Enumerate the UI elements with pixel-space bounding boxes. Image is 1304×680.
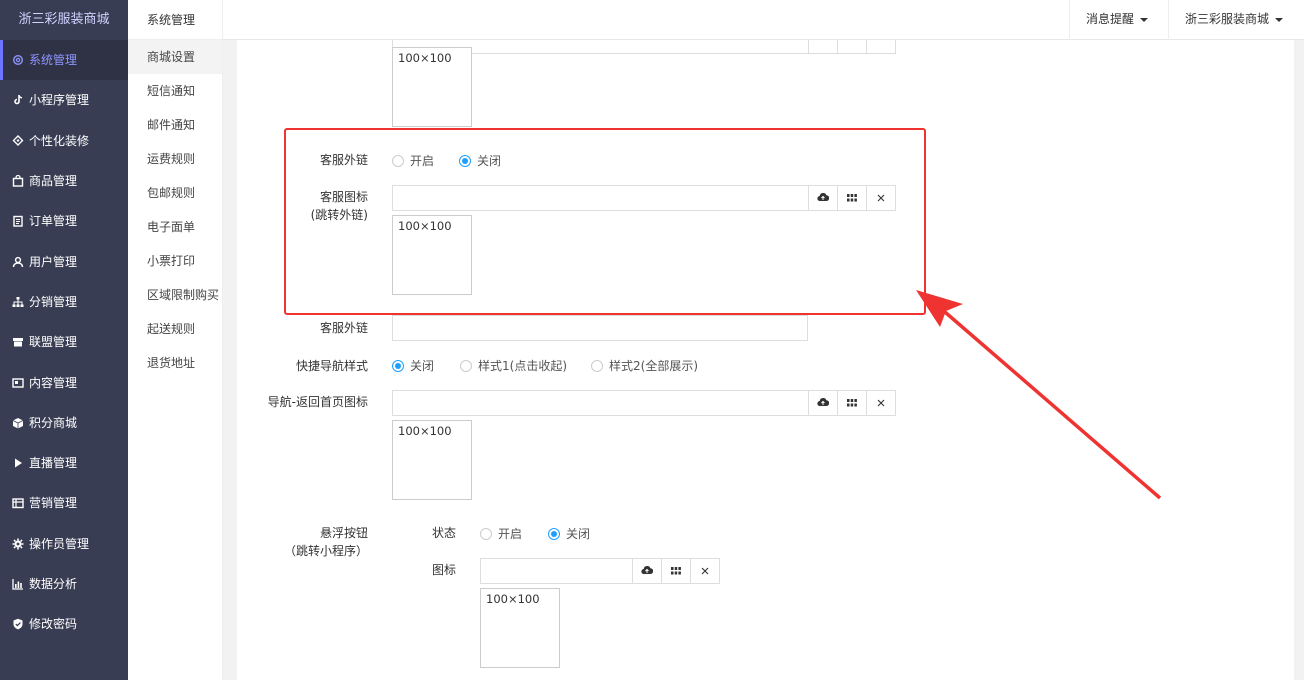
nav-home-upload-row <box>392 390 896 416</box>
shop-label: 浙三彩服装商城 <box>1185 12 1270 26</box>
nav-style-1-radio[interactable]: 样式1(点击收起) <box>460 357 567 374</box>
top-image-thumb: 100×100 <box>392 47 472 127</box>
radio-label: 开启 <box>498 527 523 541</box>
nav-home-icon-label: 导航-返回首页图标 <box>267 395 368 409</box>
clear-button[interactable] <box>691 558 720 584</box>
float-button-sublabel: （跳转小程序） <box>283 544 368 558</box>
radio-label: 关闭 <box>410 359 435 373</box>
clear-button[interactable] <box>867 185 896 211</box>
form-fields: 消息提醒 浙三彩服装商城 100×100 客服外链 开启 关闭 客服图标 (跳转… <box>0 0 1304 680</box>
close-icon <box>877 191 885 205</box>
kefu-icon-label: 客服图标 <box>319 190 368 204</box>
kefu-icon-sublabel: (跳转外链) <box>310 208 368 222</box>
upload-button[interactable] <box>633 558 662 584</box>
kefu-link-label: 客服外链 <box>319 153 368 167</box>
radio-label: 样式2(全部展示) <box>609 359 698 373</box>
radio-circle <box>392 154 404 167</box>
cloud-upload-icon <box>641 564 654 578</box>
top-bar-overlay: 消息提醒 浙三彩服装商城 <box>223 0 1304 40</box>
kefu-url-input[interactable] <box>392 315 808 341</box>
kefu-icon-upload-row <box>392 185 896 211</box>
grid-icon <box>671 564 681 578</box>
radio-circle <box>548 527 560 540</box>
float-icon-upload-row <box>480 558 720 584</box>
highlight-box <box>284 128 926 315</box>
gutter <box>223 40 237 680</box>
clear-button[interactable] <box>867 390 896 416</box>
gallery-button[interactable] <box>838 390 867 416</box>
radio-label: 关闭 <box>566 527 591 541</box>
close-icon <box>701 564 709 578</box>
shop-dropdown-overlay[interactable]: 浙三彩服装商城 <box>1168 0 1304 40</box>
float-on-radio[interactable]: 开启 <box>480 525 522 542</box>
kefu-icon-input[interactable] <box>392 185 809 211</box>
close-icon <box>877 396 885 410</box>
caret-down-icon <box>1275 17 1284 22</box>
float-button-label: 悬浮按钮 <box>319 526 368 540</box>
radio-label: 开启 <box>410 154 435 168</box>
nav-style-label: 快捷导航样式 <box>295 359 368 373</box>
float-icon-label: 图标 <box>431 563 456 577</box>
messages-dropdown-overlay[interactable]: 消息提醒 <box>1069 0 1168 40</box>
radio-circle <box>460 359 472 372</box>
kefu-icon-thumb: 100×100 <box>392 215 472 295</box>
nav-home-icon-thumb: 100×100 <box>392 420 472 500</box>
radio-circle <box>591 359 603 372</box>
float-status-label: 状态 <box>431 526 456 540</box>
nav-style-2-radio[interactable]: 样式2(全部展示) <box>591 357 698 374</box>
caret-down-icon <box>1140 17 1149 22</box>
float-off-radio[interactable]: 关闭 <box>548 525 590 542</box>
kefu-link-off-radio[interactable]: 关闭 <box>459 152 501 169</box>
upload-button[interactable] <box>809 185 838 211</box>
gallery-button[interactable] <box>838 185 867 211</box>
float-icon-thumb: 100×100 <box>480 588 560 668</box>
grid-icon <box>847 396 857 410</box>
kefu-url-label: 客服外链 <box>319 321 368 335</box>
cloud-upload-icon <box>817 191 830 205</box>
radio-label: 样式1(点击收起) <box>478 359 567 373</box>
nav-home-icon-input[interactable] <box>392 390 809 416</box>
cloud-upload-icon <box>817 396 830 410</box>
grid-icon <box>847 191 857 205</box>
radio-label: 关闭 <box>477 154 502 168</box>
messages-label: 消息提醒 <box>1086 12 1135 26</box>
nav-style-off-radio[interactable]: 关闭 <box>392 357 434 374</box>
radio-circle <box>392 359 404 372</box>
upload-button[interactable] <box>809 390 838 416</box>
kefu-link-on-radio[interactable]: 开启 <box>392 152 434 169</box>
radio-circle <box>459 154 471 167</box>
float-icon-input[interactable] <box>480 558 633 584</box>
radio-circle <box>480 527 492 540</box>
gallery-button[interactable] <box>662 558 691 584</box>
